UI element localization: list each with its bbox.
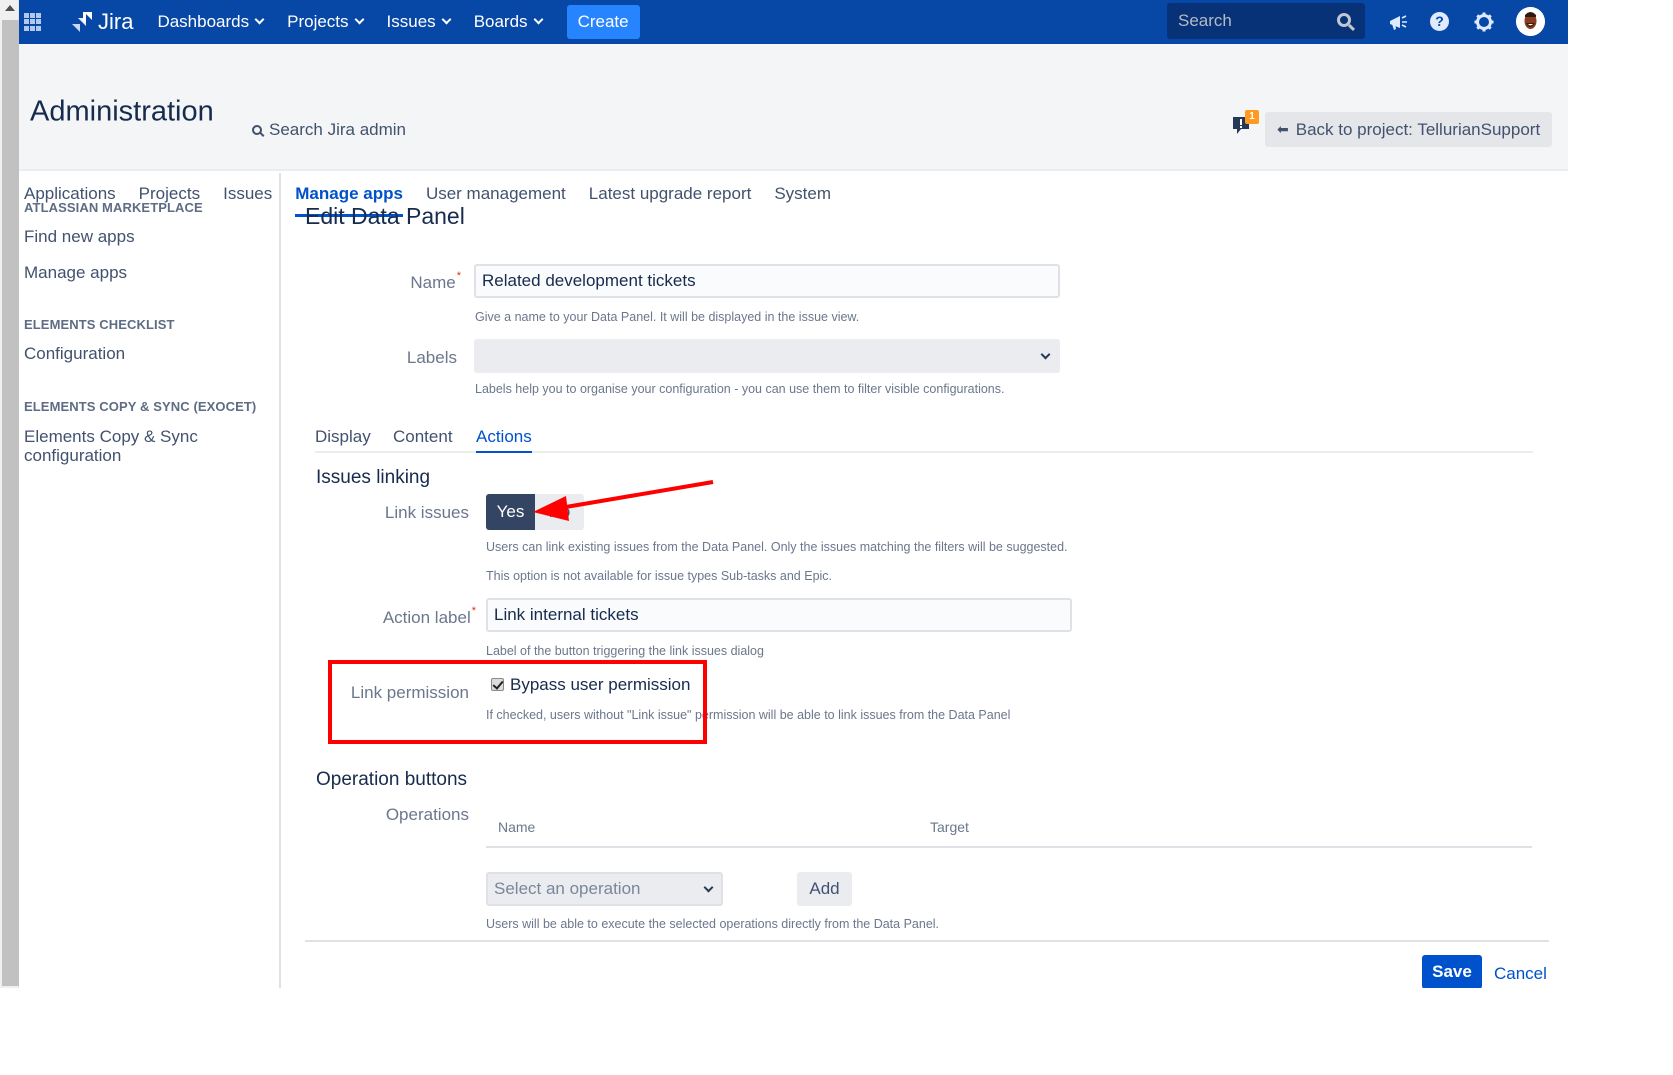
- tab-display[interactable]: Display: [315, 427, 371, 451]
- page-heading: Administration: [30, 95, 214, 128]
- back-arrow-icon: ⬅: [1277, 121, 1289, 137]
- scrollbar-thumb[interactable]: [2, 20, 19, 986]
- feedback-count-badge: 1: [1245, 110, 1259, 124]
- link-issues-no-option[interactable]: No: [535, 494, 584, 530]
- nav-boards-label: Boards: [473, 12, 528, 31]
- column-header-name: Name: [498, 819, 536, 835]
- top-navigation-bar: Jira Dashboards Projects Issues Boards C…: [19, 0, 1568, 44]
- labels-help-text: Labels help you to organise your configu…: [475, 382, 1005, 396]
- chevron-down-icon: [1040, 349, 1051, 360]
- action-label-help-text: Label of the button triggering the link …: [486, 644, 764, 658]
- global-search-input[interactable]: Search: [1167, 3, 1365, 39]
- link-issues-help-text: Users can link existing issues from the …: [486, 540, 1068, 554]
- page-title: Edit Data Panel: [305, 203, 465, 229]
- user-avatar[interactable]: [1516, 7, 1545, 36]
- avatar-face-icon: [1516, 7, 1545, 36]
- tab-actions[interactable]: Actions: [476, 427, 532, 453]
- required-marker: *: [471, 605, 476, 617]
- nav-dashboards-label: Dashboards: [157, 12, 250, 31]
- operations-table-header: Name Target: [486, 813, 1532, 848]
- admin-header: Administration Search Jira admin 1 ⬅ Bac…: [19, 44, 1568, 217]
- search-jira-admin-label: Search Jira admin: [269, 120, 407, 139]
- sidebar-heading-atlassian-marketplace: ATLASSIAN MARKETPLACE: [24, 200, 203, 215]
- link-issues-toggle: Yes No: [486, 494, 584, 530]
- sidebar-heading-elements-checklist: ELEMENTS CHECKLIST: [24, 317, 175, 332]
- notifications-megaphone-icon[interactable]: [1387, 11, 1409, 33]
- link-permission-label: Link permission: [350, 683, 469, 702]
- chevron-down-icon: [533, 14, 544, 25]
- form-footer-divider: [305, 940, 1549, 942]
- bypass-user-permission-label[interactable]: Bypass user permission: [510, 675, 690, 695]
- jira-app: Jira Dashboards Projects Issues Boards C…: [19, 0, 1568, 988]
- app-switcher-icon[interactable]: [24, 13, 42, 31]
- search-icon[interactable]: [1337, 13, 1351, 27]
- sidebar-item-find-new-apps[interactable]: Find new apps: [24, 227, 135, 246]
- save-button[interactable]: Save: [1422, 955, 1482, 988]
- search-jira-admin[interactable]: Search Jira admin: [252, 120, 406, 140]
- labels-select[interactable]: [474, 339, 1060, 373]
- action-label-text: Action label: [382, 608, 471, 627]
- add-operation-button[interactable]: Add: [797, 872, 852, 906]
- name-input[interactable]: Related development tickets: [474, 264, 1060, 298]
- settings-gear-icon[interactable]: [1473, 11, 1495, 33]
- scroll-up-arrow-icon[interactable]: [5, 5, 15, 11]
- sidebar: ATLASSIAN MARKETPLACE Find new apps Mana…: [19, 173, 281, 988]
- operations-help-text: Users will be able to execute the select…: [486, 917, 940, 931]
- jira-logo-icon: [72, 12, 92, 32]
- issues-linking-heading: Issues linking: [316, 467, 431, 488]
- sidebar-item-manage-apps[interactable]: Manage apps: [24, 263, 127, 282]
- create-button[interactable]: Create: [566, 5, 640, 39]
- name-label-text: Name: [410, 273, 456, 292]
- chevron-down-icon: [354, 14, 364, 25]
- operations-label: Operations: [385, 805, 469, 824]
- sidebar-heading-elements-copy-sync: ELEMENTS COPY & SYNC (EXOCET): [24, 399, 257, 414]
- action-label-input[interactable]: Link internal tickets: [486, 598, 1072, 632]
- nav-dashboards[interactable]: Dashboards: [157, 12, 265, 32]
- name-field-label: Name*: [361, 270, 461, 293]
- operation-select[interactable]: Select an operation: [486, 872, 723, 906]
- operation-buttons-heading: Operation buttons: [316, 769, 468, 790]
- link-issues-label: Link issues: [384, 503, 469, 522]
- operation-select-placeholder: Select an operation: [494, 879, 641, 898]
- chevron-down-icon: [703, 882, 714, 893]
- chevron-down-icon: [441, 14, 452, 25]
- nav-projects-label: Projects: [287, 12, 349, 31]
- link-issues-availability-note: This option is not available for issue t…: [486, 569, 833, 583]
- main-panel: Edit Data Panel Name* Related developmen…: [281, 173, 1568, 988]
- column-header-target: Target: [930, 819, 969, 835]
- search-placeholder: Search: [1178, 11, 1232, 30]
- cancel-link[interactable]: Cancel: [1494, 964, 1547, 984]
- back-to-project-button[interactable]: ⬅ Back to project: TellurianSupport: [1265, 112, 1553, 147]
- nav-issues-label: Issues: [386, 12, 436, 31]
- sidebar-item-configuration[interactable]: Configuration: [24, 344, 125, 363]
- content-area: ATLASSIAN MARKETPLACE Find new apps Mana…: [19, 173, 1568, 988]
- back-to-project-label: Back to project: TellurianSupport: [1295, 119, 1541, 139]
- nav-boards[interactable]: Boards: [473, 12, 544, 32]
- help-icon[interactable]: ?: [1430, 12, 1449, 31]
- jira-logo[interactable]: Jira: [70, 9, 133, 35]
- required-marker: *: [456, 270, 461, 282]
- chevron-down-icon: [254, 14, 265, 25]
- nav-issues[interactable]: Issues: [386, 12, 452, 32]
- labels-field-label: Labels: [406, 348, 457, 367]
- nav-projects[interactable]: Projects: [287, 12, 364, 32]
- name-help-text: Give a name to your Data Panel. It will …: [475, 310, 860, 324]
- sidebar-item-elements-copy-sync-configuration[interactable]: Elements Copy & Sync configuration: [24, 427, 224, 465]
- browser-viewport: Jira Dashboards Projects Issues Boards C…: [0, 0, 1568, 988]
- data-panel-tabs: Display Content Actions: [315, 427, 1533, 453]
- search-icon: [252, 125, 262, 135]
- vertical-scrollbar[interactable]: [0, 0, 19, 988]
- link-permission-help-text: If checked, users without "Link issue" p…: [486, 708, 1011, 722]
- tab-content[interactable]: Content: [393, 427, 453, 451]
- bypass-user-permission-checkbox[interactable]: [491, 678, 504, 691]
- action-label-field-label: Action label*: [361, 605, 476, 628]
- app-name: Jira: [98, 9, 134, 34]
- link-issues-yes-option[interactable]: Yes: [486, 494, 535, 530]
